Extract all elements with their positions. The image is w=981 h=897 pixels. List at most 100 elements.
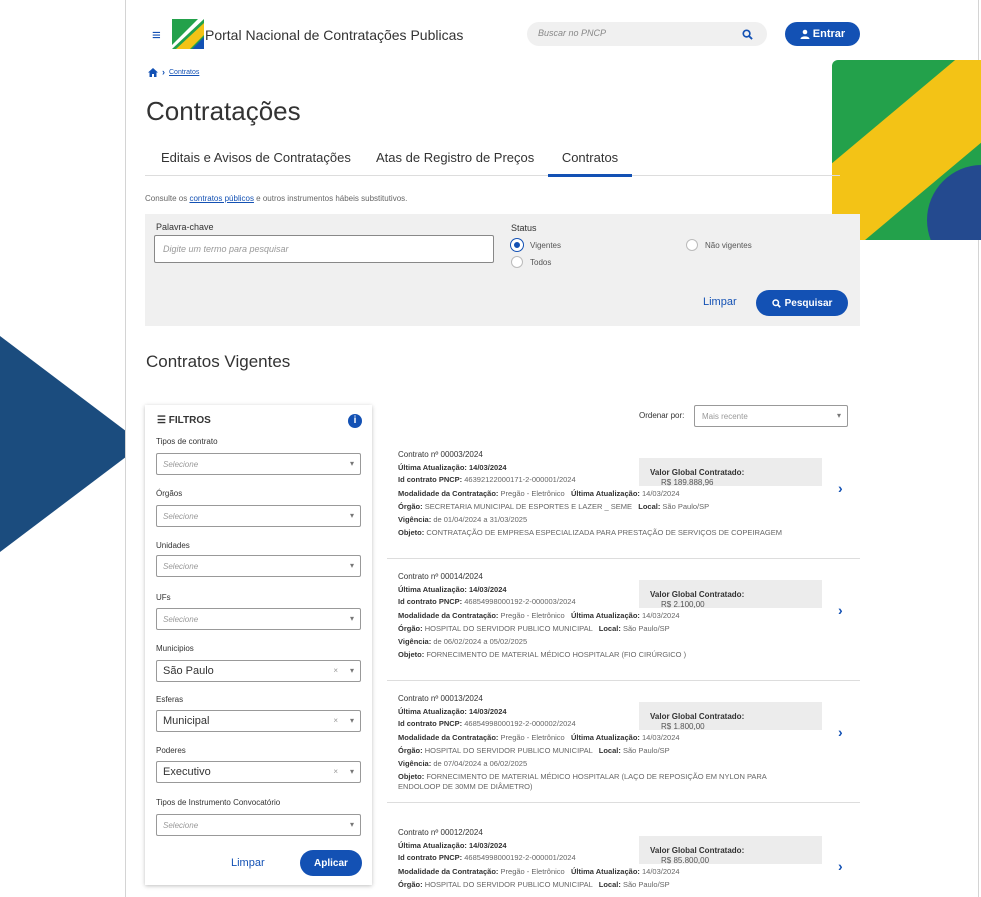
contract-value-box: Valor Global Contratado: R$ 189.888,96 [639,458,822,487]
page-subtitle: Consulte os contratos públicos e outros … [145,194,408,203]
filter-unidades-select[interactable]: Selecione ▾ [156,555,361,577]
contract-value-box: Valor Global Contratado: R$ 85.800,00 [639,836,822,865]
login-button[interactable]: Entrar [785,22,860,46]
filter-label: Municipios [156,644,194,653]
chevron-right-icon[interactable]: › [838,480,843,496]
contract-orgao: Órgão: HOSPITAL DO SERVIDOR PUBLICO MUNI… [398,746,670,755]
contract-orgao: Órgão: HOSPITAL DO SERVIDOR PUBLICO MUNI… [398,880,670,889]
contract-card[interactable]: Contrato nº 00003/2024 Última Atualizaçã… [387,440,860,559]
keyword-placeholder: Digite um termo para pesquisar [163,244,289,254]
user-icon [800,29,810,39]
search-placeholder: Buscar no PNCP [538,28,607,38]
chevron-right-icon[interactable]: › [838,858,843,874]
contratos-publicos-link[interactable]: contratos públicos [189,194,253,203]
contract-objeto: Objeto: FORNECIMENTO DE MATERIAL MÉDICO … [398,772,767,781]
filter-tipos-contrato-select[interactable]: Selecione ▾ [156,453,361,475]
contract-id: Id contrato PNCP: 46392122000171-2-00000… [398,475,576,484]
home-icon[interactable] [148,67,158,77]
contract-number: Contrato nº 00012/2024 [398,828,483,837]
menu-icon[interactable]: ≡ [152,27,161,44]
search-icon [771,298,781,308]
filter-municipios-select[interactable]: São Paulo × ▾ [156,660,361,682]
contract-id: Id contrato PNCP: 46854998000192-2-00000… [398,719,576,728]
contract-value-box: Valor Global Contratado: R$ 2.100,00 [639,580,822,609]
filter-poderes-select[interactable]: Executivo × ▾ [156,761,361,783]
filter-label: Tipos de Instrumento Convocatório [156,798,281,807]
contract-vigencia: Vigência: de 06/02/2024 a 05/02/2025 [398,637,528,646]
contract-value-box: Valor Global Contratado: R$ 1.800,00 [639,702,822,731]
contract-orgao: Órgão: SECRETARIA MUNICIPAL DE ESPORTES … [398,502,710,511]
contract-id: Id contrato PNCP: 46854998000192-2-00000… [398,597,576,606]
filters-panel: ☰ FILTROS i Tipos de contrato Selecione … [145,405,372,885]
filter-label: Órgãos [156,489,183,498]
radio-selected-icon [511,239,523,251]
contract-number: Contrato nº 00013/2024 [398,694,483,703]
clear-x-icon[interactable]: × [333,716,338,725]
keyword-input[interactable]: Digite um termo para pesquisar [154,235,494,263]
breadcrumb-contratos[interactable]: Contratos [169,69,199,76]
chevron-down-icon: ▾ [349,666,354,675]
chevron-right-icon[interactable]: › [838,602,843,618]
chevron-right-icon[interactable]: › [838,724,843,740]
filter-label: Esferas [156,695,184,704]
header-search-input[interactable]: Buscar no PNCP [527,22,767,46]
tab-atas[interactable]: Atas de Registro de Preços [376,150,534,165]
filter-esferas-select[interactable]: Municipal × ▾ [156,710,361,732]
tab-bar: Editais e Avisos de Contratações Atas de… [145,140,840,177]
radio-empty-icon [511,256,523,268]
contract-objeto: Objeto: FORNECIMENTO DE MATERIAL MÉDICO … [398,650,687,659]
filters-header: ☰ FILTROS [157,415,211,426]
breadcrumb: › Contratos [148,67,199,77]
radio-nao-vigentes[interactable]: Não vigentes [686,239,752,251]
contract-modalidade: Modalidade da Contratação: Pregão - Elet… [398,867,680,876]
contract-orgao: Órgão: HOSPITAL DO SERVIDOR PUBLICO MUNI… [398,624,670,633]
order-select[interactable]: Mais recente ▾ [694,405,848,427]
chevron-down-icon: ▾ [349,716,354,725]
filter-label: Tipos de contrato [156,437,218,446]
search-panel: Palavra-chave Digite um termo para pesqu… [145,214,860,326]
clear-x-icon[interactable]: × [333,666,338,675]
contract-vigencia: Vigência: de 01/04/2024 a 31/03/2025 [398,515,528,524]
contract-modalidade: Modalidade da Contratação: Pregão - Elet… [398,489,680,498]
brazil-flag-graphic [832,60,981,240]
page-title: Contratações [146,96,301,126]
pncp-logo[interactable] [172,19,204,49]
chevron-down-icon: ▾ [349,511,354,520]
contract-card[interactable]: Contrato nº 00014/2024 Última Atualizaçã… [387,562,860,681]
chevron-down-icon: ▾ [349,459,354,468]
chevron-right-icon: › [162,67,165,77]
filter-label: Unidades [156,541,190,550]
contract-vigencia: Vigência: de 07/04/2024 a 06/02/2025 [398,759,528,768]
info-icon[interactable]: i [348,414,362,428]
tab-editais[interactable]: Editais e Avisos de Contratações [161,150,351,165]
order-label: Ordenar por: [639,411,685,420]
search-button[interactable]: Pesquisar [756,290,848,316]
filter-orgaos-select[interactable]: Selecione ▾ [156,505,361,527]
radio-todos[interactable]: Todos [511,256,551,268]
clear-search-button[interactable]: Limpar [703,296,737,308]
contract-card[interactable]: Contrato nº 00013/2024 Última Atualizaçã… [387,684,860,803]
filter-instrumento-select[interactable]: Selecione ▾ [156,814,361,836]
radio-empty-icon [686,239,698,251]
filter-ufs-select[interactable]: Selecione ▾ [156,608,361,630]
chevron-down-icon: ▾ [349,767,354,776]
contract-updated: Última Atualização: 14/03/2024 [398,463,507,472]
filter-label: Poderes [156,746,186,755]
tab-contratos[interactable]: Contratos [548,150,632,177]
chevron-down-icon: ▾ [836,411,841,420]
site-title[interactable]: Portal Nacional de Contratações Publicas [205,27,463,43]
clear-x-icon[interactable]: × [333,767,338,776]
status-label: Status [511,223,537,233]
contract-id: Id contrato PNCP: 46854998000192-2-00000… [398,853,576,862]
contract-updated: Última Atualização: 14/03/2024 [398,585,507,594]
apply-filters-button[interactable]: Aplicar [300,850,362,876]
contract-modalidade: Modalidade da Contratação: Pregão - Elet… [398,733,680,742]
contract-modalidade: Modalidade da Contratação: Pregão - Elet… [398,611,680,620]
search-icon[interactable] [742,29,753,40]
chevron-down-icon: ▾ [349,561,354,570]
contract-objeto-cont: ENDOLOOP DE 30MM DE DIÂMETRO) [398,782,533,791]
clear-filters-button[interactable]: Limpar [231,857,265,869]
contract-card[interactable]: Contrato nº 00012/2024 Última Atualizaçã… [387,818,860,897]
contract-updated: Última Atualização: 14/03/2024 [398,707,507,716]
radio-vigentes[interactable]: Vigentes [511,239,561,251]
